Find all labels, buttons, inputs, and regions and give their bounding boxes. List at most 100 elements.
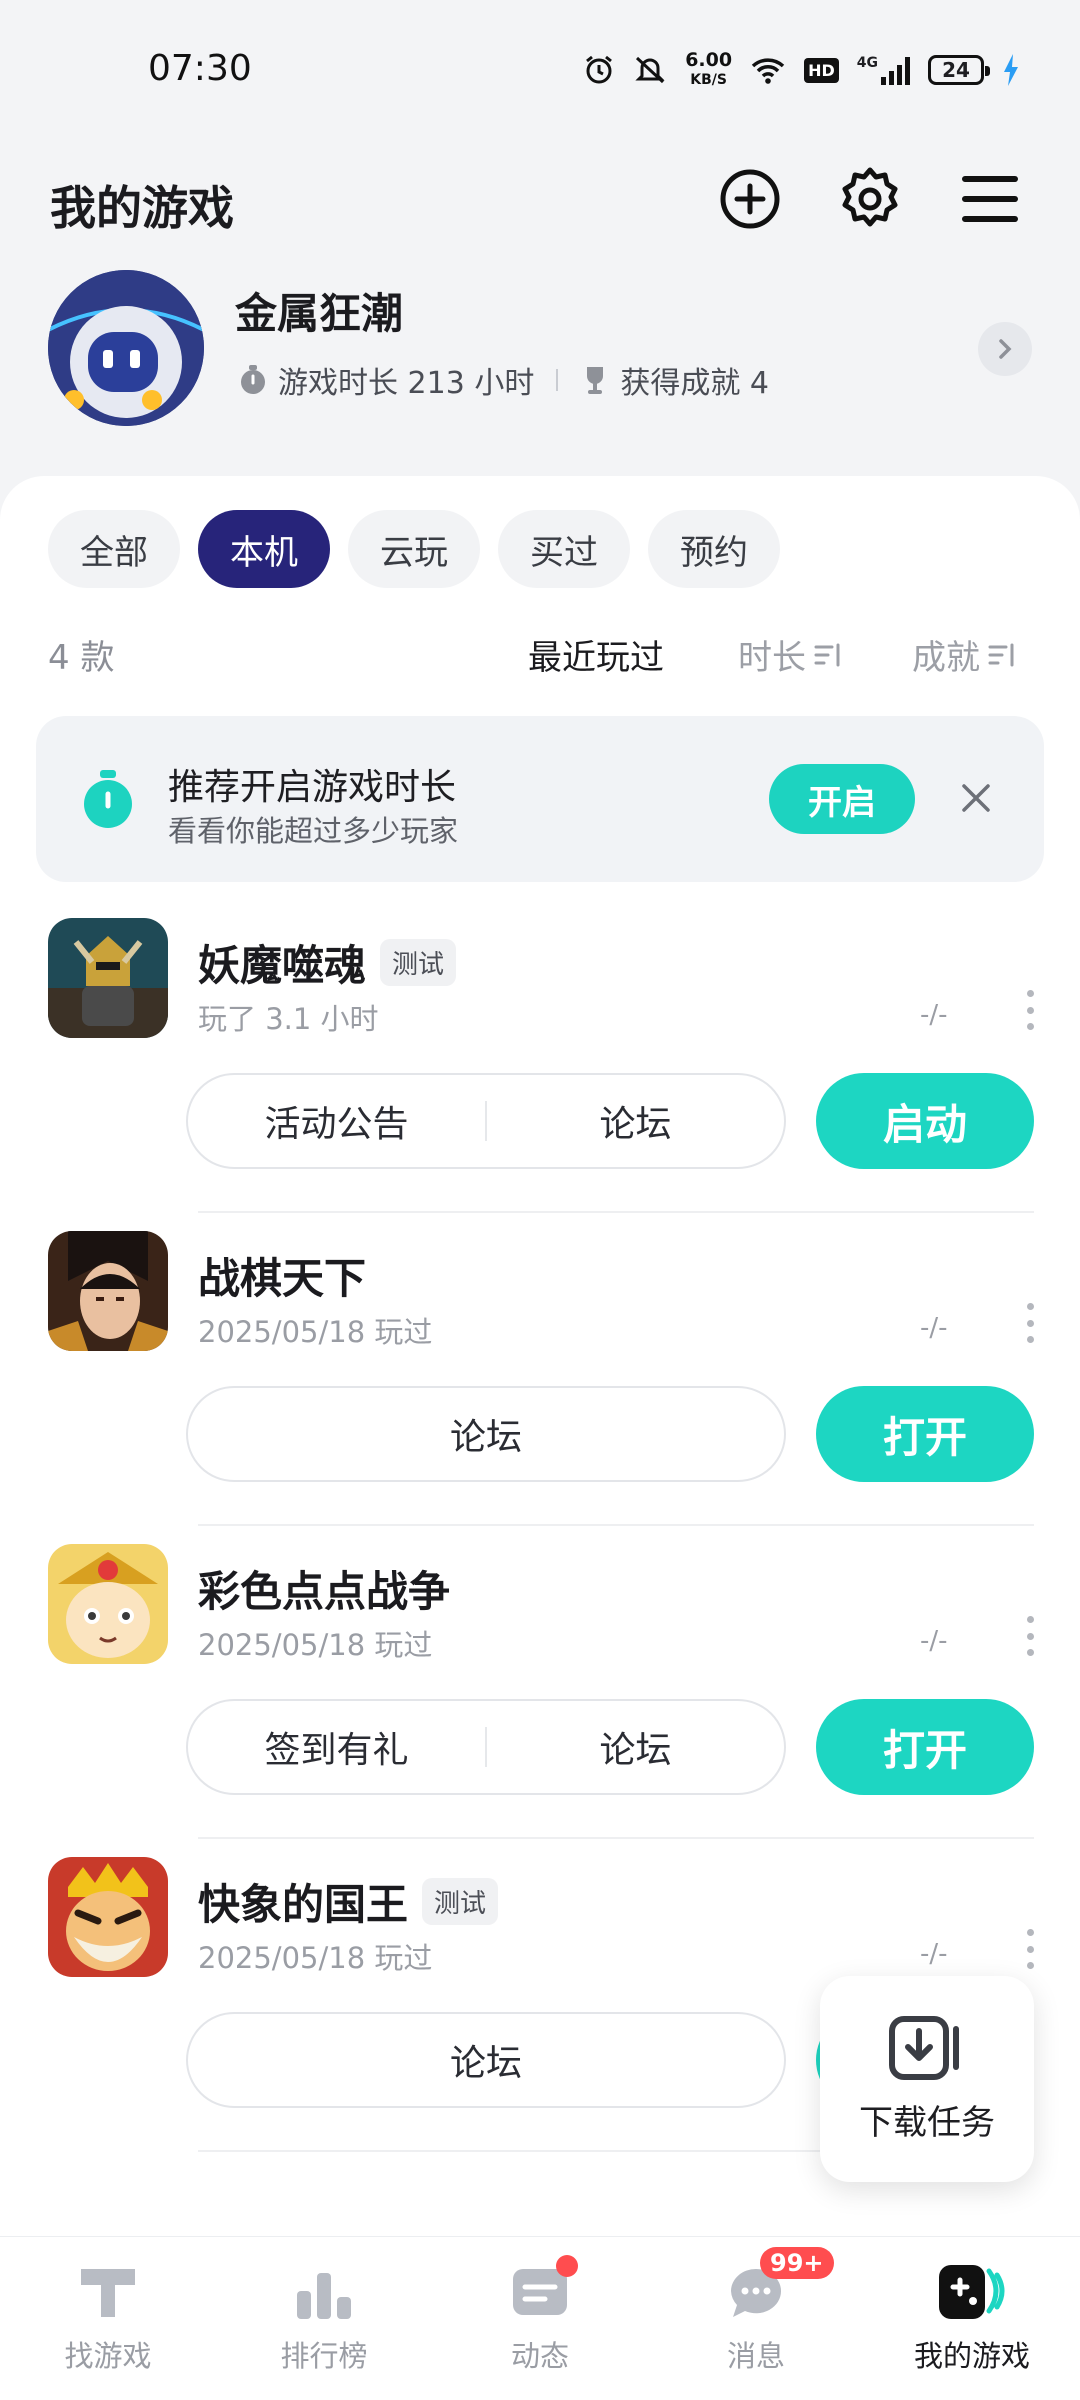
nav-label: 消息 — [726, 2339, 785, 2373]
game-count: 4 款 — [48, 638, 115, 678]
stats-divider — [556, 369, 559, 391]
alarm-icon — [586, 55, 613, 84]
game-icon[interactable] — [48, 1857, 168, 1977]
tab-local[interactable]: 本机 — [198, 510, 330, 588]
nav-feed[interactable]: 动态 — [432, 2237, 648, 2400]
chevron-right-icon — [999, 339, 1012, 359]
bottom-nav: 找游戏 排行榜 动态 99+ 消息 我的游戏 — [0, 2236, 1080, 2400]
general-game-icon — [48, 1231, 168, 1351]
warrior-game-icon — [48, 918, 168, 1038]
status-bar: 07:30 6.00 KB/S HD 4G 24 — [0, 0, 1080, 140]
open-button[interactable]: 打开 — [816, 1699, 1034, 1795]
sort-achievement[interactable]: 成就 — [912, 630, 1018, 679]
stopwatch-icon — [241, 365, 265, 394]
play-time: 游戏时长 213 小时 — [278, 366, 535, 401]
game-subtitle: 2025/05/18 玩过 — [198, 1628, 433, 1662]
filter-tabs: 全部 本机 云玩 买过 预约 — [48, 510, 780, 588]
status-icons: 6.00 KB/S HD 4G 24 — [583, 50, 1020, 90]
mute-icon — [635, 56, 665, 84]
tab-purchased[interactable]: 买过 — [498, 510, 630, 588]
game-actions: 论坛 — [186, 1386, 786, 1482]
playtime-banner: 推荐开启游戏时长 看看你能超过多少玩家 开启 — [36, 716, 1044, 882]
sort-duration[interactable]: 时长 — [738, 630, 844, 679]
game-rank: -/- — [920, 1939, 948, 1969]
nav-label: 我的游戏 — [913, 2339, 1030, 2373]
download-tasks-button[interactable]: 下载任务 — [820, 1976, 1034, 2182]
game-icon[interactable] — [48, 1231, 168, 1351]
menu-button[interactable] — [955, 164, 1025, 234]
game-rank: -/- — [920, 1313, 948, 1343]
game-subtitle: 2025/05/18 玩过 — [198, 1315, 433, 1349]
profile-detail-button[interactable] — [978, 322, 1032, 376]
settings-icon — [842, 167, 898, 227]
add-game-button[interactable] — [715, 164, 785, 234]
cartoon-hero-game-icon — [48, 1544, 168, 1664]
add-icon — [720, 169, 780, 229]
game-subtitle: 玩了 3.1 小时 — [198, 1002, 379, 1036]
hd-icon: HD — [804, 57, 839, 83]
trophy-icon — [587, 367, 604, 394]
forum-button[interactable]: 论坛 — [487, 1095, 784, 1147]
message-badge: 99+ — [760, 2247, 834, 2279]
game-name: 战棋天下 — [198, 1254, 367, 1303]
launch-button[interactable]: 启动 — [816, 1073, 1034, 1169]
sign-in-gift-button[interactable]: 签到有礼 — [188, 1721, 485, 1773]
king-game-icon — [48, 1857, 168, 1977]
nav-ranking[interactable]: 排行榜 — [216, 2237, 432, 2400]
robot-avatar-icon — [48, 270, 204, 426]
download-tasks-label: 下载任务 — [859, 2102, 995, 2143]
net-speed: 6.00 KB/S — [685, 49, 733, 88]
game-actions: 论坛 — [186, 2012, 786, 2108]
test-tag: 测试 — [380, 939, 457, 986]
test-tag: 测试 — [422, 1878, 499, 1925]
game-subtitle: 2025/05/18 玩过 — [198, 1941, 433, 1975]
signal-icon: 4G — [857, 55, 910, 85]
game-name: 彩色点点战争 — [198, 1567, 451, 1616]
divider — [198, 1524, 1034, 1526]
ranking-icon — [297, 2273, 351, 2319]
profile-stats: 游戏时长 213 小时 获得成就 4 — [238, 358, 769, 402]
tab-reserved[interactable]: 预约 — [648, 510, 780, 588]
more-icon[interactable] — [1024, 1616, 1036, 1656]
sort-icon — [988, 643, 1014, 666]
game-rank: -/- — [920, 1000, 948, 1030]
tab-all[interactable]: 全部 — [48, 510, 180, 588]
forum-button[interactable]: 论坛 — [188, 1408, 784, 1460]
nav-my-games[interactable]: 我的游戏 — [864, 2237, 1080, 2400]
tab-cloud[interactable]: 云玩 — [348, 510, 480, 588]
avatar[interactable] — [48, 270, 204, 426]
open-button[interactable]: 打开 — [816, 1386, 1034, 1482]
battery-icon: 24 — [928, 55, 990, 85]
game-name: 妖魔噬魂 测试 — [198, 932, 457, 993]
nav-find-game[interactable]: 找游戏 — [0, 2237, 216, 2400]
more-icon[interactable] — [1024, 1929, 1036, 1969]
sort-recent[interactable]: 最近玩过 — [528, 630, 664, 679]
notification-dot — [556, 2255, 578, 2277]
game-rank: -/- — [920, 1626, 948, 1656]
close-icon[interactable] — [958, 780, 994, 816]
divider — [198, 1837, 1034, 1839]
profile-name[interactable]: 金属狂潮 — [235, 280, 403, 341]
find-game-icon — [81, 2269, 135, 2317]
status-time: 07:30 — [148, 48, 252, 89]
forum-button[interactable]: 论坛 — [188, 2034, 784, 2086]
game-item[interactable]: 彩色点点战争 2025/05/18 玩过 -/- 签到有礼 论坛 打开 — [0, 1544, 1080, 1857]
divider — [198, 1211, 1034, 1213]
banner-subtitle: 看看你能超过多少玩家 — [168, 814, 459, 848]
achievements: 获得成就 4 — [620, 366, 769, 401]
game-icon[interactable] — [48, 1544, 168, 1664]
announcement-button[interactable]: 活动公告 — [188, 1095, 485, 1147]
game-actions: 活动公告 论坛 — [186, 1073, 786, 1169]
nav-messages[interactable]: 99+ 消息 — [648, 2237, 864, 2400]
nav-label: 找游戏 — [64, 2339, 152, 2373]
game-item[interactable]: 战棋天下 2025/05/18 玩过 -/- 论坛 打开 — [0, 1231, 1080, 1544]
more-icon[interactable] — [1024, 1303, 1036, 1343]
settings-button[interactable] — [835, 164, 905, 234]
more-icon[interactable] — [1024, 990, 1036, 1030]
stopwatch-icon — [84, 770, 132, 828]
charging-icon — [1004, 54, 1018, 86]
forum-button[interactable]: 论坛 — [487, 1721, 784, 1773]
game-item[interactable]: 妖魔噬魂 测试 玩了 3.1 小时 -/- 活动公告 论坛 启动 — [0, 918, 1080, 1231]
game-icon[interactable] — [48, 918, 168, 1038]
enable-button[interactable]: 开启 — [769, 764, 915, 834]
